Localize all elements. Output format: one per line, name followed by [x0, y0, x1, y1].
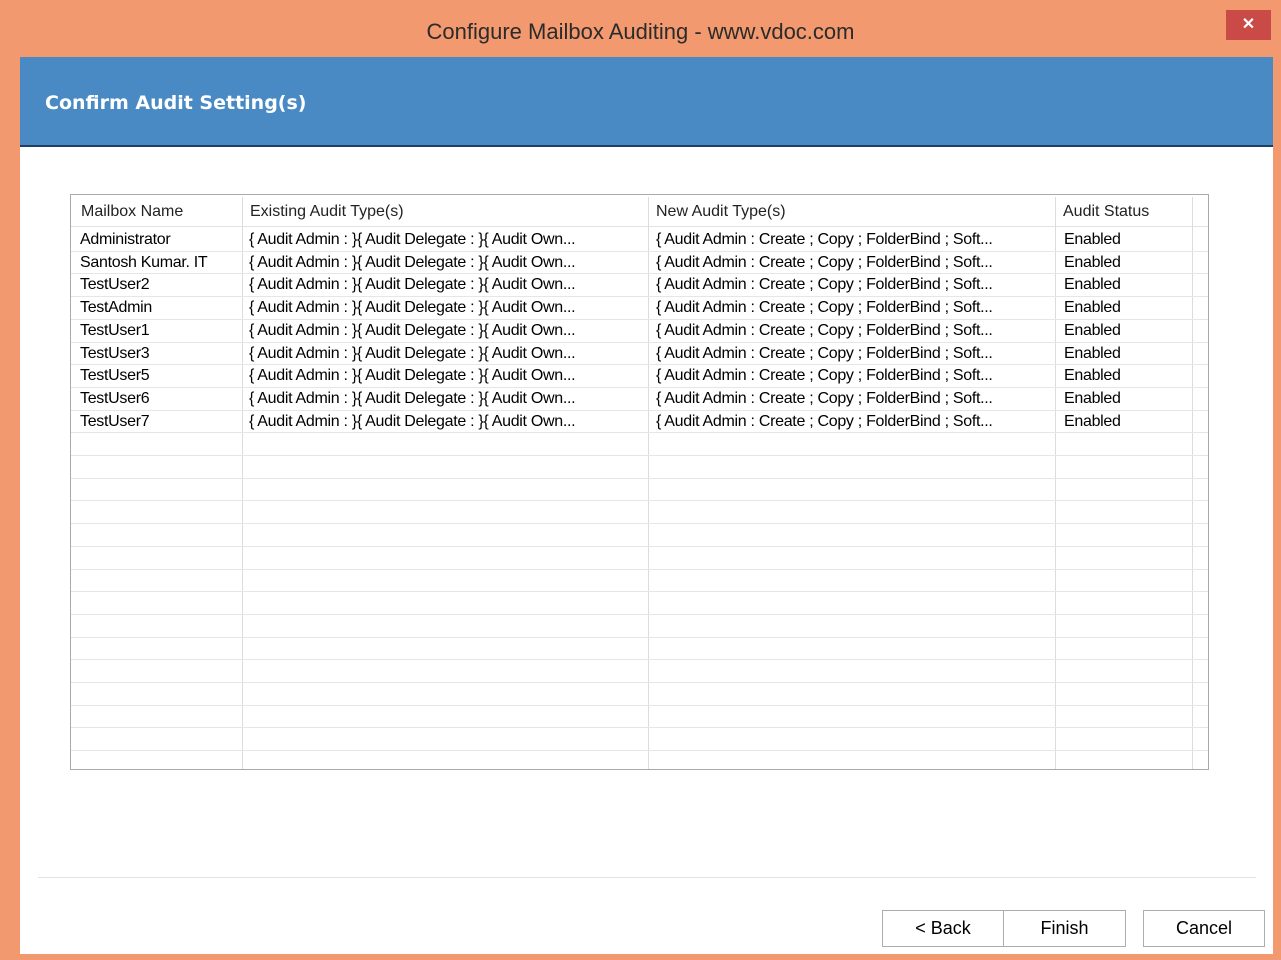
row-gridline [71, 500, 1208, 501]
row-gridline [71, 614, 1208, 615]
row-gridline [71, 727, 1208, 728]
cell-mailbox-name: TestUser2 [80, 276, 150, 293]
row-gridline [71, 455, 1208, 456]
wizard-header: Confirm Audit Setting(s) [20, 57, 1273, 147]
cell-audit-status: Enabled [1064, 322, 1121, 339]
table-row[interactable]: TestUser2 { Audit Admin : }{ Audit Delega… [71, 273, 1208, 296]
cell-new-audit-types: { Audit Admin : Create ; Copy ; FolderBi… [656, 367, 993, 384]
row-gridline [71, 682, 1208, 683]
row-gridline [71, 478, 1208, 479]
table-row[interactable]: Santosh Kumar. IT { Audit Admin : }{ Audi… [71, 251, 1208, 274]
row-gridline [71, 591, 1208, 592]
cell-new-audit-types: { Audit Admin : Create ; Copy ; FolderBi… [656, 390, 993, 407]
table-row[interactable]: TestUser3 { Audit Admin : }{ Audit Delega… [71, 342, 1208, 365]
dialog-window: Configure Mailbox Auditing - www.vdoc.co… [0, 0, 1281, 960]
cell-audit-status: Enabled [1064, 367, 1121, 384]
cell-mailbox-name: TestUser1 [80, 322, 150, 339]
row-gridline [71, 637, 1208, 638]
cell-new-audit-types: { Audit Admin : Create ; Copy ; FolderBi… [656, 276, 993, 293]
cell-audit-status: Enabled [1064, 276, 1121, 293]
cell-audit-status: Enabled [1064, 254, 1121, 271]
window-title: Configure Mailbox Auditing - www.vdoc.co… [426, 19, 855, 44]
cell-existing-audit-types: { Audit Admin : }{ Audit Delegate : }{ A… [249, 231, 576, 248]
cell-existing-audit-types: { Audit Admin : }{ Audit Delegate : }{ A… [249, 345, 576, 362]
cell-new-audit-types: { Audit Admin : Create ; Copy ; FolderBi… [656, 413, 993, 430]
cell-mailbox-name: TestUser6 [80, 390, 150, 407]
cell-audit-status: Enabled [1064, 345, 1121, 362]
finish-button[interactable]: Finish [1003, 910, 1126, 947]
row-gridline [71, 546, 1208, 547]
cell-new-audit-types: { Audit Admin : Create ; Copy ; FolderBi… [656, 231, 993, 248]
table-row[interactable]: Administrator { Audit Admin : }{ Audit De… [71, 228, 1208, 251]
cell-audit-status: Enabled [1064, 390, 1121, 407]
cancel-button[interactable]: Cancel [1143, 910, 1265, 947]
row-gridline [71, 659, 1208, 660]
cell-existing-audit-types: { Audit Admin : }{ Audit Delegate : }{ A… [249, 299, 576, 316]
cell-audit-status: Enabled [1064, 299, 1121, 316]
audit-settings-grid[interactable]: Mailbox Name Existing Audit Type(s) New … [70, 194, 1209, 770]
cell-mailbox-name: TestUser7 [80, 413, 150, 430]
close-button[interactable]: ✕ [1226, 10, 1271, 40]
cell-audit-status: Enabled [1064, 231, 1121, 248]
cell-existing-audit-types: { Audit Admin : }{ Audit Delegate : }{ A… [249, 367, 576, 384]
cell-existing-audit-types: { Audit Admin : }{ Audit Delegate : }{ A… [249, 390, 576, 407]
cell-audit-status: Enabled [1064, 413, 1121, 430]
row-gridline [71, 569, 1208, 570]
row-gridline [71, 750, 1208, 751]
row-gridline [71, 523, 1208, 524]
close-icon: ✕ [1241, 16, 1256, 33]
dialog-body: Confirm Audit Setting(s) Mailbox Name Ex… [20, 57, 1273, 954]
cell-mailbox-name: Administrator [80, 231, 171, 248]
table-row[interactable]: TestUser1 { Audit Admin : }{ Audit Delega… [71, 319, 1208, 342]
cell-mailbox-name: TestUser3 [80, 345, 150, 362]
cell-new-audit-types: { Audit Admin : Create ; Copy ; FolderBi… [656, 322, 993, 339]
cell-new-audit-types: { Audit Admin : Create ; Copy ; FolderBi… [656, 345, 993, 362]
cell-existing-audit-types: { Audit Admin : }{ Audit Delegate : }{ A… [249, 413, 576, 430]
cell-mailbox-name: Santosh Kumar. IT [80, 254, 208, 271]
table-row[interactable]: TestUser7 { Audit Admin : }{ Audit Delega… [71, 410, 1208, 433]
page-title: Confirm Audit Setting(s) [45, 92, 307, 114]
table-row[interactable]: TestUser6 { Audit Admin : }{ Audit Delega… [71, 387, 1208, 410]
cell-existing-audit-types: { Audit Admin : }{ Audit Delegate : }{ A… [249, 322, 576, 339]
cell-existing-audit-types: { Audit Admin : }{ Audit Delegate : }{ A… [249, 276, 576, 293]
column-header-audit-status[interactable]: Audit Status [1063, 195, 1149, 228]
row-gridline [71, 705, 1208, 706]
cell-existing-audit-types: { Audit Admin : }{ Audit Delegate : }{ A… [249, 254, 576, 271]
column-header-mailbox-name[interactable]: Mailbox Name [81, 195, 183, 228]
cell-new-audit-types: { Audit Admin : Create ; Copy ; FolderBi… [656, 254, 993, 271]
column-header-existing-audit-types[interactable]: Existing Audit Type(s) [250, 195, 404, 228]
cell-mailbox-name: TestAdmin [80, 299, 152, 316]
title-bar[interactable]: Configure Mailbox Auditing - www.vdoc.co… [0, 0, 1281, 57]
cell-new-audit-types: { Audit Admin : Create ; Copy ; FolderBi… [656, 299, 993, 316]
back-button[interactable]: < Back [882, 910, 1004, 947]
table-row[interactable]: TestUser5 { Audit Admin : }{ Audit Delega… [71, 364, 1208, 387]
cell-mailbox-name: TestUser5 [80, 367, 150, 384]
footer-divider [38, 877, 1256, 878]
column-header-new-audit-types[interactable]: New Audit Type(s) [656, 195, 786, 228]
table-row[interactable]: TestAdmin { Audit Admin : }{ Audit Delega… [71, 296, 1208, 319]
